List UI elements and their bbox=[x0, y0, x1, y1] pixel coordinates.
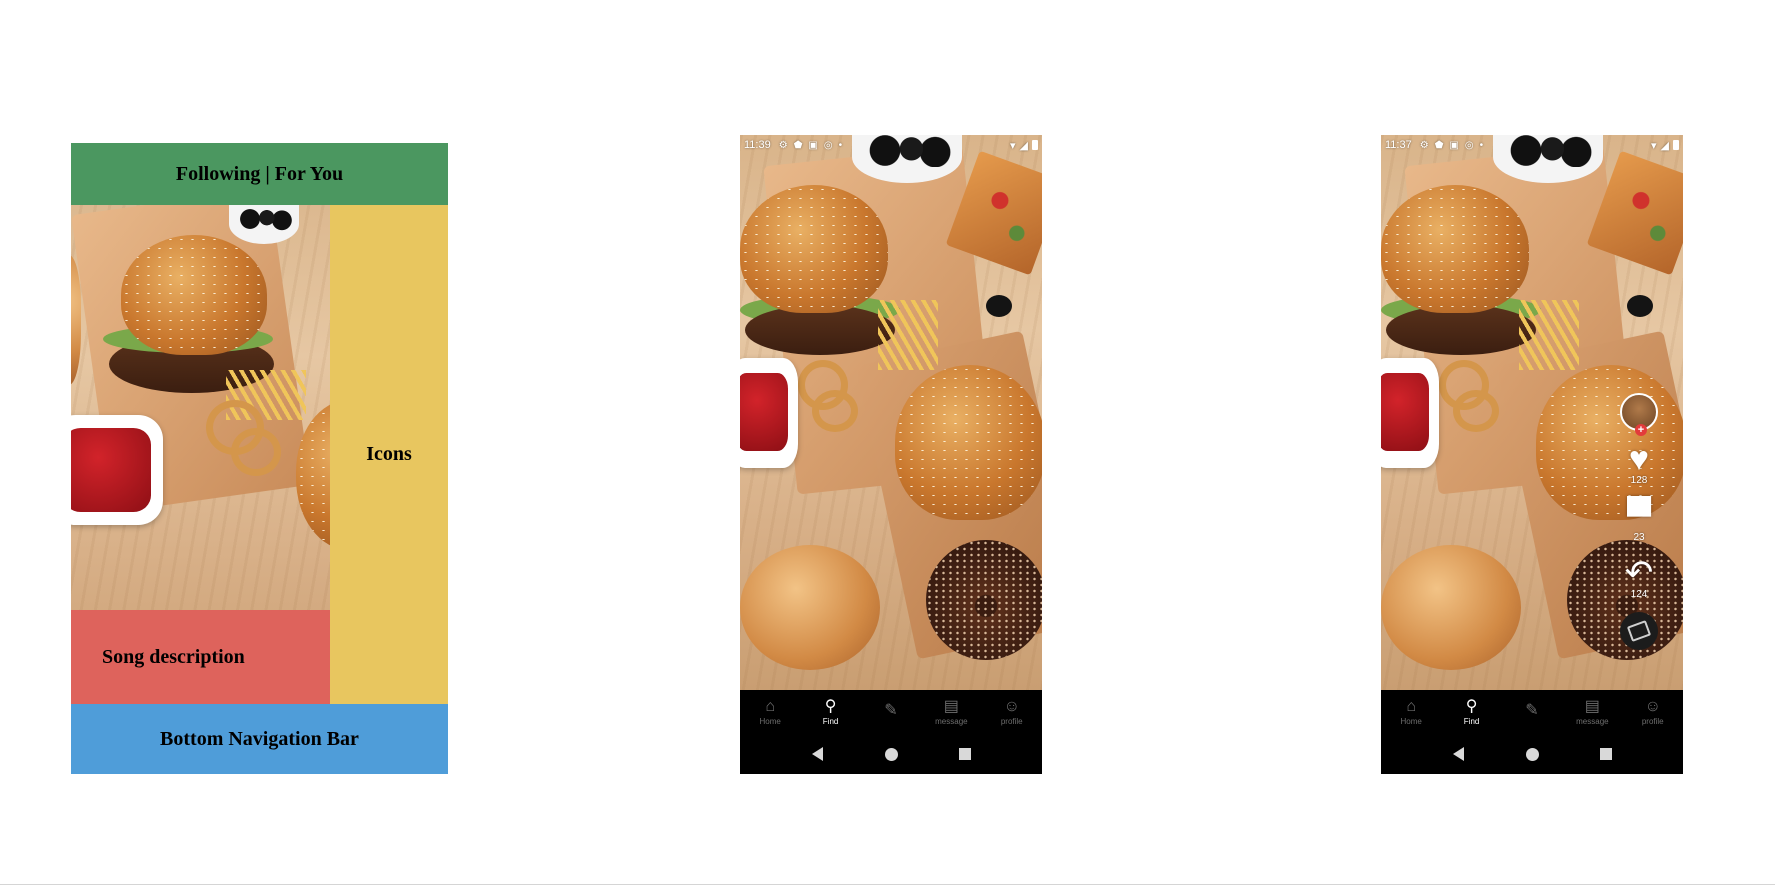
nav-home-label: Home bbox=[1400, 716, 1422, 726]
settings-status-icon: ⚙ bbox=[778, 139, 788, 151]
nav-find-label: Find bbox=[1463, 716, 1480, 726]
comment-count: 23 bbox=[1633, 532, 1645, 543]
phone-screen-with-actions: 11:37 ⚙ ⬟ ▣ ◎ • ▾ ◢ + ♥ 128 ▀ 23 ↶ 124 ⌂… bbox=[1381, 135, 1683, 774]
wireframe-song-description-region: Song description bbox=[71, 610, 330, 704]
share-count: 124 bbox=[1630, 589, 1648, 600]
profile-icon: ☺ bbox=[1003, 697, 1020, 715]
image-status-icon: ▣ bbox=[808, 139, 818, 151]
settings-status-icon: ⚙ bbox=[1419, 139, 1429, 151]
signal-icon: ◢ bbox=[1660, 139, 1669, 152]
battery-icon bbox=[1673, 140, 1679, 150]
dot-status-icon: • bbox=[838, 139, 843, 151]
nav-profile[interactable]: ☺ profile bbox=[987, 697, 1037, 726]
recents-icon bbox=[959, 748, 971, 760]
home-button[interactable] bbox=[884, 747, 898, 761]
nav-home[interactable]: ⌂ Home bbox=[1386, 697, 1436, 726]
wifi-icon: ▾ bbox=[1010, 139, 1016, 152]
nav-find[interactable]: ⚲ Find bbox=[1447, 697, 1497, 726]
nav-create[interactable]: ✎ bbox=[866, 703, 916, 721]
search-icon: ⚲ bbox=[1465, 697, 1478, 715]
status-bar: 11:39 ⚙ ⬟ ▣ ◎ • ▾ ◢ bbox=[740, 135, 1042, 155]
share-button[interactable]: ↶ 124 bbox=[1625, 555, 1654, 600]
profile-icon: ☺ bbox=[1644, 697, 1661, 715]
message-icon: ▤ bbox=[1584, 697, 1600, 715]
nav-profile-label: profile bbox=[1641, 716, 1664, 726]
status-time: 11:37 bbox=[1385, 139, 1412, 151]
home-icon: ⌂ bbox=[1406, 697, 1417, 715]
comment-button[interactable]: ▀ 23 bbox=[1627, 498, 1651, 543]
recents-button[interactable] bbox=[1599, 747, 1613, 761]
layout-wireframe: Following | For You Icons Song descripti… bbox=[71, 143, 448, 774]
like-count: 128 bbox=[1630, 475, 1648, 486]
divider bbox=[0, 884, 1775, 885]
nav-home-label: Home bbox=[759, 716, 781, 726]
system-navigation-bar bbox=[1381, 734, 1683, 774]
home-icon: ⌂ bbox=[765, 697, 776, 715]
nav-find[interactable]: ⚲ Find bbox=[806, 697, 856, 726]
home-button[interactable] bbox=[1525, 747, 1539, 761]
video-feed[interactable]: 11:39 ⚙ ⬟ ▣ ◎ • ▾ ◢ bbox=[740, 135, 1042, 690]
phone-screen-plain: 11:39 ⚙ ⬟ ▣ ◎ • ▾ ◢ ⌂ Home ⚲ Find ✎ ▤ me… bbox=[740, 135, 1042, 774]
wireframe-bottom-navigation-region: Bottom Navigation Bar bbox=[71, 704, 448, 774]
music-disc-button[interactable] bbox=[1620, 612, 1658, 650]
pencil-icon: ✎ bbox=[884, 702, 898, 719]
nav-home[interactable]: ⌂ Home bbox=[745, 697, 795, 726]
shield-status-icon: ⬟ bbox=[793, 139, 803, 151]
home-circle-icon bbox=[884, 747, 898, 761]
nav-message[interactable]: ▤ message bbox=[1567, 697, 1617, 726]
nav-message-label: message bbox=[1576, 716, 1609, 726]
pencil-icon: ✎ bbox=[1525, 702, 1539, 719]
back-icon bbox=[1452, 747, 1464, 761]
nav-profile[interactable]: ☺ profile bbox=[1628, 697, 1678, 726]
search-icon: ⚲ bbox=[824, 697, 837, 715]
back-icon bbox=[811, 747, 823, 761]
battery-icon bbox=[1032, 140, 1038, 150]
nav-find-label: Find bbox=[822, 716, 839, 726]
image-status-icon: ▣ bbox=[1449, 139, 1459, 151]
heart-icon: ♥ bbox=[1628, 440, 1650, 478]
bottom-navigation-bar: ⌂ Home ⚲ Find ✎ ▤ message ☺ profile bbox=[1381, 690, 1683, 734]
comment-icon: ▀ bbox=[1626, 497, 1652, 535]
status-bar: 11:37 ⚙ ⬟ ▣ ◎ • ▾ ◢ bbox=[1381, 135, 1683, 155]
message-icon: ▤ bbox=[943, 697, 959, 715]
music-disc-icon bbox=[1626, 620, 1652, 642]
food-image bbox=[740, 135, 1042, 690]
back-button[interactable] bbox=[810, 747, 824, 761]
wireframe-icons-region: Icons bbox=[330, 205, 448, 704]
recents-button[interactable] bbox=[958, 747, 972, 761]
video-feed[interactable]: 11:37 ⚙ ⬟ ▣ ◎ • ▾ ◢ + ♥ 128 ▀ 23 ↶ 124 bbox=[1381, 135, 1683, 690]
sync-status-icon: ◎ bbox=[1464, 139, 1474, 151]
home-circle-icon bbox=[1525, 747, 1539, 761]
nav-profile-label: profile bbox=[1000, 716, 1023, 726]
shield-status-icon: ⬟ bbox=[1434, 139, 1444, 151]
share-icon: ↶ bbox=[1624, 554, 1654, 592]
nav-message[interactable]: ▤ message bbox=[926, 697, 976, 726]
nav-create[interactable]: ✎ bbox=[1507, 703, 1557, 721]
side-action-icons: + ♥ 128 ▀ 23 ↶ 124 bbox=[1615, 393, 1663, 650]
dot-status-icon: • bbox=[1479, 139, 1484, 151]
system-navigation-bar bbox=[740, 734, 1042, 774]
sync-status-icon: ◎ bbox=[823, 139, 833, 151]
creator-avatar[interactable]: + bbox=[1620, 393, 1658, 436]
bottom-navigation-bar: ⌂ Home ⚲ Find ✎ ▤ message ☺ profile bbox=[740, 690, 1042, 734]
follow-plus-icon[interactable]: + bbox=[1635, 424, 1647, 436]
signal-icon: ◢ bbox=[1019, 139, 1028, 152]
back-button[interactable] bbox=[1451, 747, 1465, 761]
wireframe-food-image bbox=[71, 205, 330, 610]
recents-icon bbox=[1600, 748, 1612, 760]
nav-message-label: message bbox=[935, 716, 968, 726]
wireframe-header-region: Following | For You bbox=[71, 143, 448, 205]
status-time: 11:39 bbox=[744, 139, 771, 151]
like-button[interactable]: ♥ 128 bbox=[1629, 441, 1649, 486]
wifi-icon: ▾ bbox=[1651, 139, 1657, 152]
